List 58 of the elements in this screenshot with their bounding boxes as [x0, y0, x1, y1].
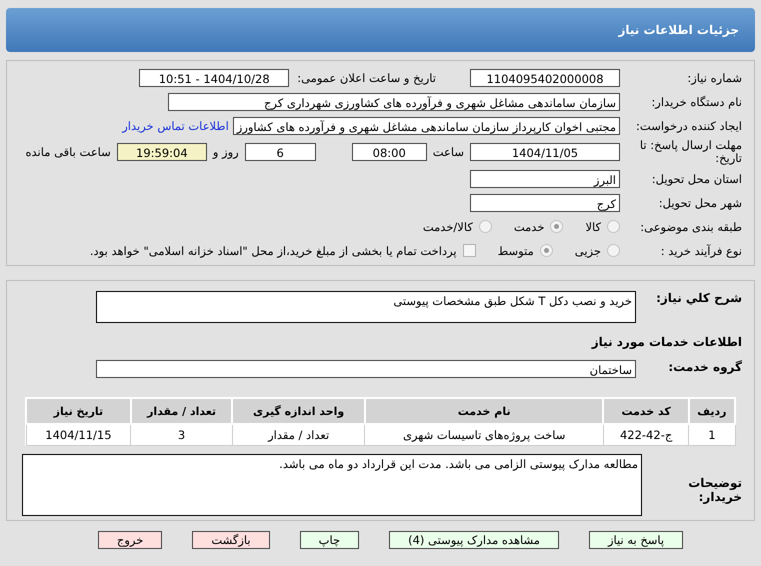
contact-link[interactable]: اطلاعات تماس خریدار — [122, 118, 229, 132]
field-label: توضیحات خریدار: — [687, 475, 743, 504]
time-field[interactable]: 08:00 — [352, 143, 427, 161]
column-header: کد خدمت — [603, 398, 689, 424]
remaining-time-field: 19:59:04 — [116, 143, 207, 161]
field-label: ایجاد کننده درخواست: — [635, 118, 743, 132]
radio-button[interactable] — [550, 220, 564, 233]
radio-label: کالا — [585, 220, 601, 234]
action-button[interactable]: خروج — [98, 531, 162, 549]
text-field[interactable]: البرز — [470, 170, 620, 188]
text-field[interactable]: مجتبی اخوان کارپرداز سازمان ساماندهی مشاغل شهری و فرآورده های کشاورز — [232, 116, 620, 134]
column-header: تاریخ نیاز — [26, 398, 131, 424]
text-field[interactable]: ساختمان — [96, 360, 636, 378]
column-header: واحد اندازه گیری — [232, 398, 365, 424]
field-label: تاریخ و ساعت اعلان عمومی: — [297, 70, 436, 84]
radio-label: کالا/خدمت — [422, 220, 473, 234]
text-field[interactable]: 1104095402000008 — [470, 68, 620, 86]
field-label: شهر محل تحویل: — [658, 196, 743, 210]
text-field[interactable]: 1404/10/28 - 10:51 — [139, 68, 290, 86]
action-button[interactable]: چاپ — [300, 531, 360, 549]
radio-label: خدمت — [514, 220, 544, 234]
days-field[interactable]: 6 — [244, 143, 316, 161]
table-cell: 3 — [130, 424, 232, 446]
column-header: نام خدمت — [364, 398, 604, 424]
checkbox-label: پرداخت تمام یا بخشی از مبلغ خرید،از محل "اسناد خزانه اسلامی" خواهد بود. — [90, 244, 457, 258]
field-label: استان محل تحویل: — [650, 172, 743, 186]
table-cell: ج-42-422 — [603, 424, 689, 446]
section-heading: اطلاعات خدمات مورد نياز — [592, 334, 743, 348]
action-button[interactable]: بازگشت — [192, 531, 270, 549]
radio-label: جزیی — [574, 244, 601, 258]
date-field[interactable]: 1404/11/05 — [470, 143, 620, 161]
description-field[interactable]: خرید و نصب دکل T شکل طبق مشخصات پیوستی — [96, 291, 636, 323]
field-label: طبقه بندی موضوعی: — [639, 220, 743, 234]
table-cell: 1404/11/15 — [26, 424, 131, 446]
radio-button[interactable] — [478, 220, 492, 233]
field-label: نام دستگاه خریدار: — [650, 94, 743, 108]
page-title: جزئیات اطلاعات نیاز — [618, 23, 739, 37]
field-label: ساعت — [432, 145, 464, 159]
text-field[interactable]: سازمان ساماندهی مشاغل شهری و فرآورده های کشاورزی شهرداری کرج — [168, 92, 620, 110]
checkbox[interactable] — [462, 244, 476, 257]
field-label: مهلت ارسال پاسخ: تا تاریخ: — [638, 139, 743, 165]
radio-button[interactable] — [607, 244, 620, 257]
table-cell: تعداد / مقدار — [232, 424, 365, 446]
field-label: روز و — [212, 145, 239, 159]
radio-button[interactable] — [607, 220, 620, 233]
field-label: شماره نیاز: — [686, 70, 743, 84]
action-button[interactable]: پاسخ به نیاز — [588, 531, 684, 549]
column-header: تعداد / مقدار — [130, 398, 232, 424]
notes-field[interactable]: مطالعه مدارک پیوستی الزامی می باشد. مدت این قرارداد دو ماه می باشد. — [22, 454, 642, 516]
column-header: ردیف — [688, 398, 735, 424]
radio-button[interactable] — [540, 244, 553, 257]
field-label: نوع فرآیند خرید : — [660, 244, 743, 258]
table-cell: ساخت پروژه‌های تاسیسات شهری — [364, 424, 604, 446]
action-button[interactable]: مشاهده مدارک پیوستی (4) — [389, 531, 559, 549]
text-field[interactable]: کرج — [470, 194, 620, 212]
field-label: ساعت باقی مانده — [26, 145, 111, 159]
table-cell: 1 — [688, 424, 735, 446]
radio-label: متوسط — [498, 244, 534, 258]
